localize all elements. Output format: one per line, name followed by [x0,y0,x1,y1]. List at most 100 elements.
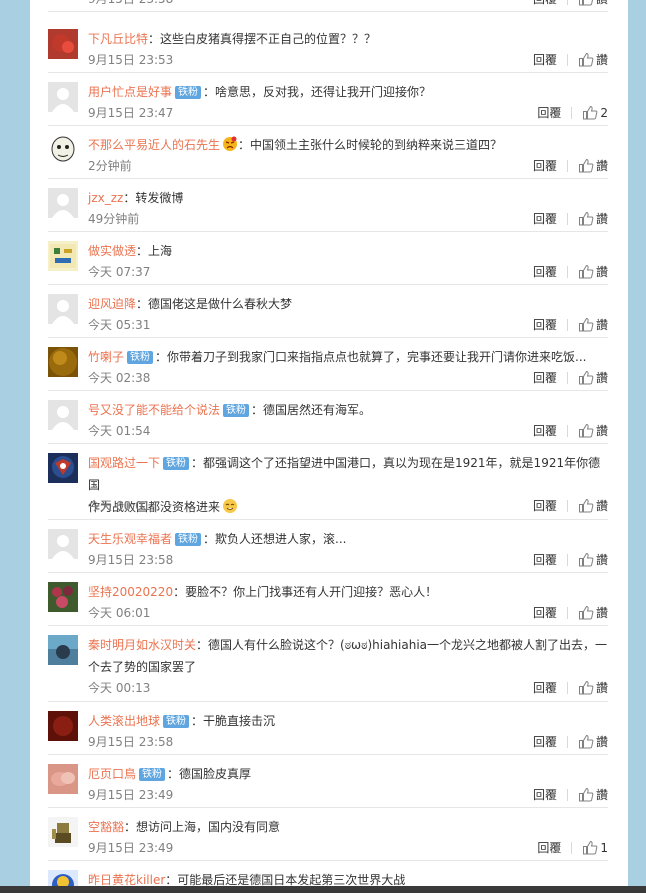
username-link[interactable]: 竹喇子 [88,350,124,364]
comment-meta: 9月15日 23:47 回覆 2 [88,103,608,123]
username-link[interactable]: 国观路过一下 [88,456,160,470]
comment-meta: 49分钟前 回覆 讚 [88,209,608,229]
like-button[interactable]: 讚 [578,732,608,752]
username-link[interactable]: 空豁豁 [88,820,124,834]
like-button[interactable]: 讚 [578,785,608,805]
reply-button[interactable]: 回覆 [533,209,557,229]
like-button[interactable]: 2 [582,103,608,123]
timestamp: 今天 00:13 [88,681,151,695]
avatar[interactable] [48,711,78,741]
timestamp: 今天 06:01 [88,606,151,620]
fan-badge[interactable]: 铁粉 [163,715,190,728]
divider [566,160,568,172]
fan-badge[interactable]: 铁粉 [127,351,154,364]
avatar[interactable] [48,453,78,483]
thumbs-up-icon [578,317,594,332]
comment-line: 个去了势的国家罢了 [88,656,608,678]
comment-actions: 回覆 讚 [533,603,608,623]
username-link[interactable]: 迎风迫降 [88,297,136,311]
reply-button[interactable]: 回覆 [533,785,557,805]
like-button[interactable]: 讚 [578,0,608,9]
reply-button[interactable]: 回覆 [533,0,557,9]
avatar[interactable] [48,294,78,324]
username-link[interactable]: 人类滚出地球 [88,714,160,728]
comment-actions: 回覆 讚 [533,0,608,9]
like-button[interactable]: 讚 [578,50,608,70]
divider [566,554,568,566]
reply-button[interactable]: 回覆 [533,315,557,335]
thumbs-up-icon [578,211,594,226]
avatar[interactable] [48,188,78,218]
avatar[interactable] [48,582,78,612]
avatar[interactable] [48,29,78,59]
like-button[interactable]: 讚 [578,209,608,229]
username-link[interactable]: 号又没了能不能给个说法 [88,403,220,417]
username-link[interactable]: 不那么平易近人的石先生 [88,138,220,152]
like-button[interactable]: 讚 [578,421,608,441]
like-button[interactable]: 讚 [578,262,608,282]
username-link[interactable]: 厄页口鳥 [88,767,136,781]
reply-button[interactable]: 回覆 [533,262,557,282]
comment-text: ：德国人有什么脸说这个？(ಠωಠ)hiahiahia一个龙兴之地都被人割了出去，… [196,638,608,652]
avatar[interactable] [48,241,78,271]
timestamp: 9月15日 23:49 [88,788,174,802]
fan-badge[interactable]: 铁粉 [139,768,166,781]
comment-meta: 今天 00:13 回覆 讚 [88,678,608,698]
thumbs-up-icon [578,423,594,438]
username-link[interactable]: 天生乐观幸福者 [88,532,172,546]
like-button[interactable]: 讚 [578,156,608,176]
like-button[interactable]: 讚 [578,315,608,335]
comment-item: 9月15日 23:58 回覆 讚 [48,0,608,12]
bottom-bar [0,886,646,893]
like-button[interactable]: 讚 [578,678,608,698]
like-button[interactable]: 讚 [578,550,608,570]
thumbs-up-icon [578,370,594,385]
comment-body: 迎风迫降：德国佬这是做什么春秋大梦 [88,293,608,315]
reply-button[interactable]: 回覆 [533,50,557,70]
username-link[interactable]: 下凡丘比特 [88,32,148,46]
like-count: 2 [600,106,608,120]
username-link[interactable]: 昨日黄花killer [88,873,165,887]
username-link[interactable]: 用户忙点是好事 [88,85,172,99]
avatar[interactable] [48,635,78,665]
avatar[interactable] [48,529,78,559]
reply-button[interactable]: 回覆 [537,838,561,858]
avatar[interactable] [48,82,78,112]
username-link[interactable]: jzx_zz [88,191,123,205]
avatar[interactable] [48,135,78,165]
avatar[interactable] [48,764,78,794]
reply-button[interactable]: 回覆 [533,678,557,698]
like-button[interactable]: 讚 [578,496,608,516]
divider [566,607,568,619]
comment-text: ：转发微博 [123,191,184,205]
comment-meta: 9月15日 23:49 回覆 1 [88,838,608,858]
reply-button[interactable]: 回覆 [533,421,557,441]
comment-body: 厄页口鳥 铁粉 ：德国脸皮真厚 [88,763,608,785]
comment-text: ：干脆直接击沉 [191,714,276,728]
fan-badge[interactable]: 铁粉 [163,457,190,470]
comment-meta: 9月15日 23:49 回覆 讚 [88,785,608,805]
divider [566,213,568,225]
avatar[interactable] [48,400,78,430]
avatar[interactable] [48,347,78,377]
like-button[interactable]: 讚 [578,368,608,388]
avatar[interactable] [48,817,78,847]
reply-button[interactable]: 回覆 [533,732,557,752]
reply-button[interactable]: 回覆 [533,368,557,388]
thumbs-up-icon [578,264,594,279]
reply-button[interactable]: 回覆 [533,156,557,176]
reply-button[interactable]: 回覆 [533,603,557,623]
reply-button[interactable]: 回覆 [537,103,561,123]
reply-button[interactable]: 回覆 [533,550,557,570]
username-link[interactable]: 做实做透 [88,244,136,258]
thumbs-up-icon [578,787,594,802]
reply-button[interactable]: 回覆 [533,496,557,516]
fan-badge[interactable]: 铁粉 [223,404,250,417]
fan-badge[interactable]: 铁粉 [175,86,202,99]
like-button[interactable]: 1 [582,838,608,858]
like-button[interactable]: 讚 [578,603,608,623]
username-link[interactable]: 坚持20020220 [88,585,173,599]
fan-badge[interactable]: 铁粉 [175,533,202,546]
username-link[interactable]: 秦时明月如水汉时关 [88,638,196,652]
comment-line: 国观路过一下 铁粉 ：都强调这个了还指望进中国港口，真以为现在是1921年，就是19… [88,452,608,496]
